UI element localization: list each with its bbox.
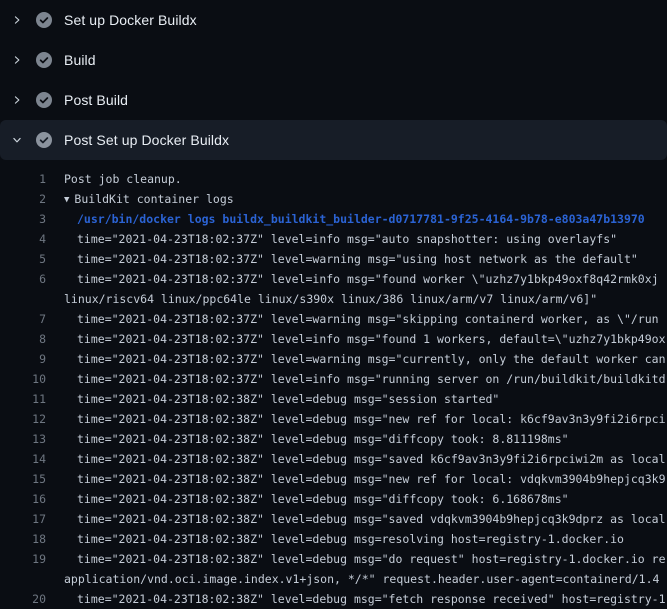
log-text: time="2021-04-23T18:02:38Z" level=debug …: [64, 529, 624, 549]
step-list: Set up Docker Buildx Build Post Build Po…: [0, 0, 667, 160]
log-line: 11 time="2021-04-23T18:02:38Z" level=debu…: [0, 389, 667, 409]
group-collapse-icon[interactable]: ▼: [64, 190, 69, 210]
log-line: 2 ▼BuildKit container logs: [0, 189, 667, 209]
step-row-build[interactable]: Build: [0, 40, 667, 80]
log-line-number: [0, 289, 46, 309]
chevron-right-icon[interactable]: [12, 92, 22, 108]
log-line-number[interactable]: 8: [0, 329, 46, 349]
log-text: time="2021-04-23T18:02:38Z" level=debug …: [64, 489, 569, 509]
log-text: application/vnd.oci.image.index.v1+json,…: [64, 569, 659, 589]
log-text: time="2021-04-23T18:02:37Z" level=info m…: [64, 269, 659, 289]
log-line: 16 time="2021-04-23T18:02:38Z" level=debu…: [0, 489, 667, 509]
log-line: 10 time="2021-04-23T18:02:37Z" level=info…: [0, 369, 667, 389]
log-text: time="2021-04-23T18:02:38Z" level=debug …: [64, 429, 569, 449]
log-text: time="2021-04-23T18:02:37Z" level=warnin…: [64, 309, 659, 329]
log-line: 17 time="2021-04-23T18:02:38Z" level=debu…: [0, 509, 667, 529]
log-line: 15 time="2021-04-23T18:02:38Z" level=debu…: [0, 469, 667, 489]
log-lines: 1 Post job cleanup. 2 ▼BuildKit container l…: [0, 160, 667, 609]
log-line: 8 time="2021-04-23T18:02:37Z" level=info …: [0, 329, 667, 349]
log-line-number[interactable]: 13: [0, 429, 46, 449]
log-line-number: [0, 569, 46, 589]
log-line: application/vnd.oci.image.index.v1+json,…: [0, 569, 667, 589]
check-circle-icon: [36, 92, 52, 108]
step-label: Post Build: [64, 92, 128, 108]
check-circle-icon: [36, 132, 52, 148]
check-circle-icon: [36, 12, 52, 28]
log-line-number[interactable]: 20: [0, 589, 46, 609]
log-line-number[interactable]: 4: [0, 229, 46, 249]
log-line-number[interactable]: 2: [0, 189, 46, 209]
log-line-number[interactable]: 11: [0, 389, 46, 409]
log-line: 5 time="2021-04-23T18:02:37Z" level=warni…: [0, 249, 667, 269]
log-text: linux/riscv64 linux/ppc64le linux/s390x …: [64, 289, 597, 309]
log-line: 14 time="2021-04-23T18:02:38Z" level=debu…: [0, 449, 667, 469]
log-line: 4 time="2021-04-23T18:02:37Z" level=info …: [0, 229, 667, 249]
chevron-right-icon[interactable]: [12, 12, 22, 28]
log-text: time="2021-04-23T18:02:38Z" level=debug …: [64, 589, 666, 609]
log-command-text: /usr/bin/docker logs buildx_buildkit_bui…: [64, 209, 645, 229]
log-line-number[interactable]: 5: [0, 249, 46, 269]
step-row-set-up-docker-buildx[interactable]: Set up Docker Buildx: [0, 0, 667, 40]
log-line: 7 time="2021-04-23T18:02:37Z" level=warni…: [0, 309, 667, 329]
log-text: ▼BuildKit container logs: [64, 189, 234, 209]
log-line-number[interactable]: 12: [0, 409, 46, 429]
chevron-down-icon[interactable]: [12, 132, 22, 148]
log-text: time="2021-04-23T18:02:38Z" level=debug …: [64, 449, 666, 469]
step-label: Build: [64, 52, 96, 68]
log-line-number[interactable]: 7: [0, 309, 46, 329]
log-line-number[interactable]: 17: [0, 509, 46, 529]
log-line-number[interactable]: 1: [0, 169, 46, 189]
log-line: 1 Post job cleanup.: [0, 169, 667, 189]
log-text: time="2021-04-23T18:02:38Z" level=debug …: [64, 509, 666, 529]
log-line-number[interactable]: 10: [0, 369, 46, 389]
log-line: 3/usr/bin/docker logs buildx_buildkit_bu…: [0, 209, 667, 229]
log-text: time="2021-04-23T18:02:37Z" level=info m…: [64, 329, 666, 349]
log-line: 13 time="2021-04-23T18:02:38Z" level=debu…: [0, 429, 667, 449]
log-line-number[interactable]: 18: [0, 529, 46, 549]
log-text: time="2021-04-23T18:02:38Z" level=debug …: [64, 409, 666, 429]
chevron-right-icon[interactable]: [12, 52, 22, 68]
log-line: linux/riscv64 linux/ppc64le linux/s390x …: [0, 289, 667, 309]
step-row-post-build[interactable]: Post Build: [0, 80, 667, 120]
log-text: time="2021-04-23T18:02:38Z" level=debug …: [64, 469, 666, 489]
log-line-number[interactable]: 16: [0, 489, 46, 509]
log-text: time="2021-04-23T18:02:38Z" level=debug …: [64, 389, 499, 409]
log-line-number[interactable]: 19: [0, 549, 46, 569]
log-text: time="2021-04-23T18:02:37Z" level=warnin…: [64, 349, 666, 369]
log-text: time="2021-04-23T18:02:37Z" level=info m…: [64, 369, 666, 389]
log-text: time="2021-04-23T18:02:37Z" level=info m…: [64, 229, 617, 249]
log-line: 12 time="2021-04-23T18:02:38Z" level=debu…: [0, 409, 667, 429]
log-line: 20 time="2021-04-23T18:02:38Z" level=debu…: [0, 589, 667, 609]
log-text: Post job cleanup.: [64, 169, 182, 189]
log-line-number[interactable]: 14: [0, 449, 46, 469]
check-circle-icon: [36, 52, 52, 68]
log-line-number[interactable]: 6: [0, 269, 46, 289]
log-line: 6 time="2021-04-23T18:02:37Z" level=info …: [0, 269, 667, 289]
step-label: Post Set up Docker Buildx: [64, 132, 229, 148]
log-text: time="2021-04-23T18:02:38Z" level=debug …: [64, 549, 666, 569]
step-label: Set up Docker Buildx: [64, 12, 197, 28]
log-line: 19 time="2021-04-23T18:02:38Z" level=debu…: [0, 549, 667, 569]
log-line: 18 time="2021-04-23T18:02:38Z" level=debu…: [0, 529, 667, 549]
log-line-number[interactable]: 15: [0, 469, 46, 489]
step-row-post-set-up-docker-buildx[interactable]: Post Set up Docker Buildx: [0, 120, 667, 160]
log-line-number[interactable]: 9: [0, 349, 46, 369]
log-text: time="2021-04-23T18:02:37Z" level=warnin…: [64, 249, 638, 269]
log-line: 9 time="2021-04-23T18:02:37Z" level=warni…: [0, 349, 667, 369]
log-line-number[interactable]: 3: [0, 209, 46, 229]
